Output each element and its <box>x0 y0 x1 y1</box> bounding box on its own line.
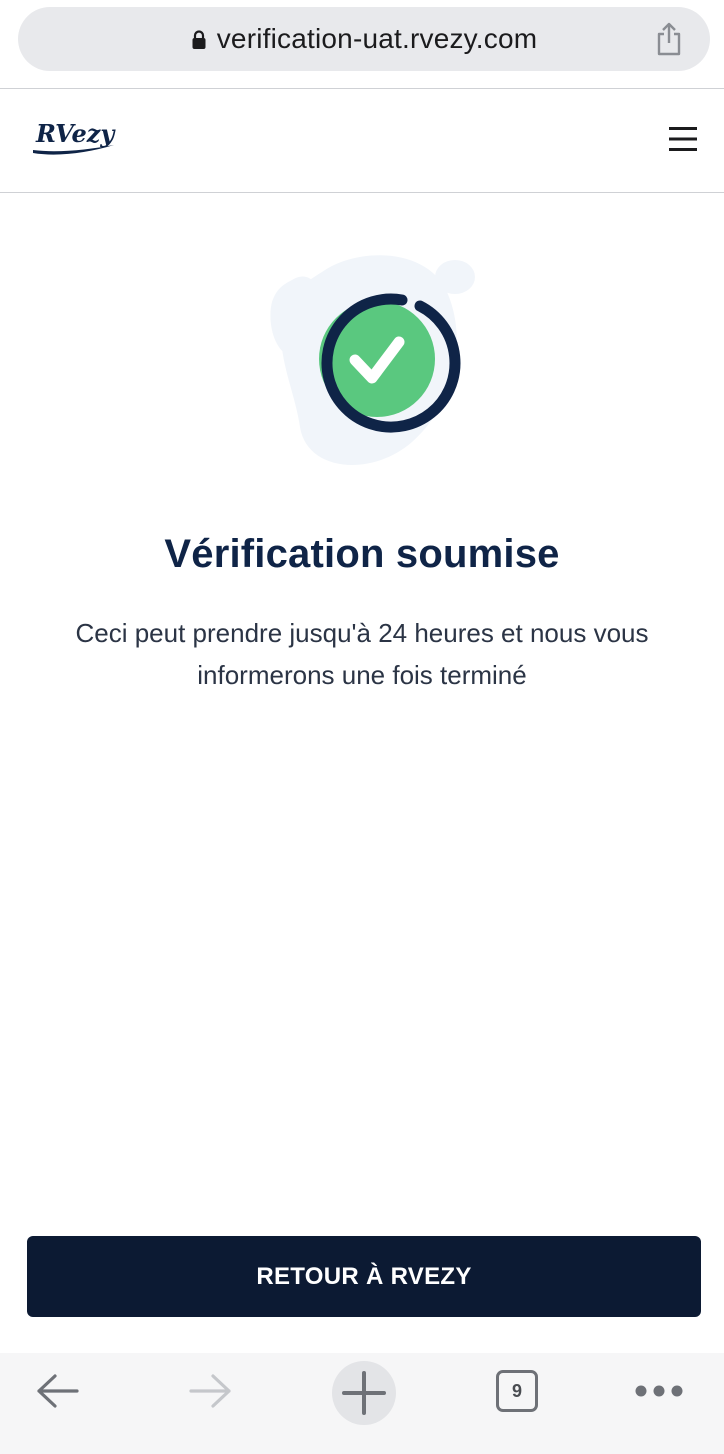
tab-count: 9 <box>511 1380 522 1401</box>
new-tab-button[interactable] <box>332 1361 396 1425</box>
lock-icon <box>192 30 206 49</box>
logo-swoosh <box>33 145 114 155</box>
status-description: Ceci peut prendre jusqu'à 24 heures et n… <box>75 618 649 690</box>
rvezy-logo[interactable]: RVezy <box>32 119 118 159</box>
browser-toolbar: 9 <box>0 1353 724 1454</box>
browser-address-bar-area: verification-uat.rvezy.com <box>0 0 724 88</box>
ellipsis-icon <box>635 1385 683 1397</box>
more-button[interactable] <box>634 1381 684 1401</box>
divider <box>0 192 724 193</box>
url-text: verification-uat.rvezy.com <box>216 23 538 54</box>
forward-button[interactable] <box>184 1371 238 1411</box>
site-header: RVezy <box>0 89 724 192</box>
return-to-rvezy-button[interactable]: RETOUR À RVEZY <box>27 1236 701 1317</box>
page-title: Vérification soumise <box>164 532 560 576</box>
check-circle-icon <box>270 255 475 465</box>
address-bar[interactable]: verification-uat.rvezy.com <box>18 7 710 71</box>
tabs-button[interactable]: 9 <box>496 1370 538 1412</box>
arrow-left-icon <box>37 1374 79 1408</box>
share-icon[interactable] <box>654 21 684 57</box>
hamburger-menu-icon[interactable] <box>668 125 698 153</box>
plus-icon <box>342 1371 386 1415</box>
arrow-right-icon <box>189 1374 231 1408</box>
back-button[interactable] <box>30 1371 84 1411</box>
